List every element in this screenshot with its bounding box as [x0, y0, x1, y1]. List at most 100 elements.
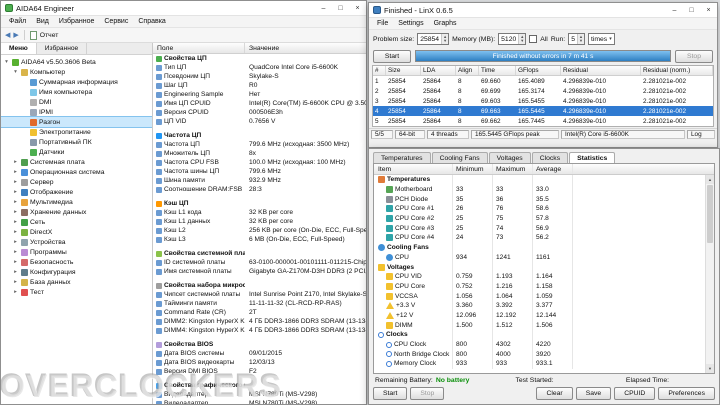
menu-item[interactable]: Graphs [429, 19, 462, 28]
collapsed-icon[interactable]: ▸ [12, 189, 19, 195]
menu-item[interactable]: Файл [4, 17, 31, 26]
column-header-value[interactable]: Значение [245, 43, 366, 53]
collapsed-icon[interactable]: ▸ [12, 259, 19, 265]
tree-item[interactable]: ▸ Мультимедиа [1, 197, 152, 207]
close-icon[interactable]: × [349, 1, 366, 15]
column-header[interactable]: Align [456, 66, 479, 75]
spin-down-icon[interactable]: ▼ [578, 39, 584, 43]
collapsed-icon[interactable]: ▸ [12, 289, 19, 295]
field-row[interactable]: Имя ЦП CPUID Intel(R) Core(TM) i5-6600K C… [153, 99, 366, 108]
column-header[interactable]: LDA [421, 66, 456, 75]
field-row[interactable]: DIMM4: Kingston HyperX K 4 ГБ DDR3-1866 D… [153, 326, 366, 335]
tree-item[interactable]: IPMI [1, 107, 152, 117]
result-row[interactable]: 2 25854 25864 8 69.699 165.3174 4.296839e-010 2… [373, 86, 713, 96]
tab-voltages[interactable]: Voltages [488, 152, 531, 163]
scrollbar-thumb[interactable] [707, 185, 713, 243]
menu-item[interactable]: Settings [393, 19, 428, 28]
field-row[interactable]: Частота CPU FSB 100.0 MHz (исходная: 100 … [153, 158, 366, 167]
tree-item[interactable]: ▸ Устройства [1, 237, 152, 247]
stat-row[interactable]: +12 V 12.096 12.192 12.144 [374, 310, 705, 321]
menu-item[interactable]: Избранное [54, 17, 99, 26]
field-row[interactable]: Шина памяти 932.9 MHz [153, 176, 366, 185]
spinner-arrows[interactable]: ▲ ▼ [441, 34, 449, 44]
all-checkbox[interactable] [529, 35, 538, 43]
sidebar-tab[interactable]: Меню [1, 43, 37, 54]
field-row[interactable]: Кэш L1 кода 32 KB per core [153, 208, 366, 217]
maximize-icon[interactable]: □ [683, 3, 700, 17]
section-row[interactable]: Свойства графического процессора [153, 381, 366, 390]
menu-item[interactable]: File [372, 19, 393, 28]
stat-row[interactable]: North Bridge Clock 800 4000 3920 [374, 349, 705, 360]
stat-row[interactable]: CPU Core #2 25 75 57.8 [374, 213, 705, 224]
stat-row[interactable]: Motherboard 33 33 33.0 [374, 184, 705, 195]
tree-item[interactable]: ▸ Сервер [1, 177, 152, 187]
stat-row[interactable]: DIMM 1.500 1.512 1.506 [374, 320, 705, 330]
column-header[interactable]: Size [386, 66, 421, 75]
start-button[interactable]: Start [373, 49, 411, 63]
scrollbar[interactable]: ▲ ▼ [705, 175, 714, 373]
field-row[interactable]: Тайминги памяти 11-11-11-32 (CL-RCD-RP-RA… [153, 299, 366, 308]
column-header[interactable]: Time [479, 66, 516, 75]
tree-item[interactable]: ▸ Сеть [1, 217, 152, 227]
field-row[interactable]: Тип ЦП QuadCore Intel Core i5-6600K [153, 63, 366, 72]
column-header-field[interactable]: Поле [153, 43, 245, 53]
stat-row[interactable]: +3.3 V 3.360 3.392 3.377 [374, 300, 705, 311]
field-row[interactable]: Шаг ЦП R0 [153, 81, 366, 90]
field-row[interactable]: Псевдоним ЦП Skylake-S [153, 72, 366, 81]
section-row[interactable]: Свойства набора микросхем [153, 281, 366, 290]
expanded-icon[interactable]: ▾ [3, 59, 10, 65]
aida64-titlebar[interactable]: AIDA64 Engineer – □ × [1, 1, 366, 16]
menu-item[interactable]: Вид [31, 17, 54, 26]
stat-row[interactable]: CPU Core 0.752 1.216 1.158 [374, 281, 705, 292]
tree-item[interactable]: ▸ DirectX [1, 227, 152, 237]
tree-item[interactable]: ▸ Программы [1, 247, 152, 257]
tree-item[interactable]: DMI [1, 97, 152, 107]
collapsed-icon[interactable]: ▸ [12, 279, 19, 285]
field-row[interactable]: Версия DMI BIOS F2 [153, 367, 366, 376]
stat-row[interactable]: CPU 934 1241 1161 [374, 252, 705, 263]
field-row[interactable]: Engineering Sample Нет [153, 90, 366, 99]
collapsed-icon[interactable]: ▸ [12, 179, 19, 185]
column-header[interactable]: Residual [561, 66, 641, 75]
field-row[interactable]: Частота шины ЦП 799.6 MHz [153, 167, 366, 176]
section-row[interactable]: Частота ЦП [153, 131, 366, 140]
group-row[interactable]: Voltages [374, 262, 705, 272]
log-button[interactable]: Log [687, 130, 715, 139]
field-row[interactable]: Множитель ЦП 8x [153, 149, 366, 158]
preferences-button[interactable]: Preferences [658, 387, 715, 400]
stat-row[interactable]: CPU Core #3 25 74 56.9 [374, 223, 705, 234]
field-row[interactable]: Кэш L1 данных 32 KB per core [153, 217, 366, 226]
spinner-arrows[interactable]: ▲ ▼ [576, 34, 584, 44]
menu-item[interactable]: Сервис [99, 17, 133, 26]
field-row[interactable]: Кэш L3 6 MB (On-Die, ECC, Full-Speed) [153, 235, 366, 244]
tree-item[interactable]: ▸ Системная плата [1, 157, 152, 167]
expanded-icon[interactable]: ▾ [12, 69, 19, 75]
back-icon[interactable]: ◀ [5, 31, 10, 39]
collapsed-icon[interactable]: ▸ [12, 219, 19, 225]
scroll-up-icon[interactable]: ▲ [706, 175, 714, 184]
field-row[interactable]: Имя системной платы Gigabyte GA-Z170M-D3H… [153, 267, 366, 276]
collapsed-icon[interactable]: ▸ [12, 249, 19, 255]
column-header[interactable]: Residual (norm.) [641, 66, 713, 75]
collapsed-icon[interactable]: ▸ [12, 199, 19, 205]
column-header[interactable]: Minimum [452, 164, 492, 174]
collapsed-icon[interactable]: ▸ [12, 169, 19, 175]
times-select[interactable]: times ▾ [587, 33, 615, 45]
field-row[interactable]: Версия CPUID 000506E3h [153, 108, 366, 117]
tab-statistics[interactable]: Statistics [569, 152, 616, 163]
field-row[interactable]: Дата BIOS системы 09/01/2015 [153, 349, 366, 358]
field-row[interactable]: Чипсет системной платы Intel Sunrise Poin… [153, 290, 366, 299]
collapsed-icon[interactable]: ▸ [12, 159, 19, 165]
field-row[interactable]: Частота ЦП 799.6 MHz (исходная: 3500 MHz) [153, 140, 366, 149]
scrollbar-track[interactable] [706, 184, 714, 364]
section-row[interactable]: Кэш ЦП [153, 199, 366, 208]
stat-row[interactable]: PCH Diode 35 36 35.5 [374, 194, 705, 205]
group-row[interactable]: Clocks [374, 330, 705, 340]
collapsed-icon[interactable]: ▸ [12, 209, 19, 215]
group-row[interactable]: Temperatures [374, 175, 705, 185]
stop-button[interactable]: Stop [410, 387, 445, 400]
tree-item[interactable]: Датчики [1, 147, 152, 157]
tree-item[interactable]: Портативный ПК [1, 137, 152, 147]
collapsed-icon[interactable]: ▸ [12, 269, 19, 275]
tree-item[interactable]: ▸ Конфигурация [1, 267, 152, 277]
